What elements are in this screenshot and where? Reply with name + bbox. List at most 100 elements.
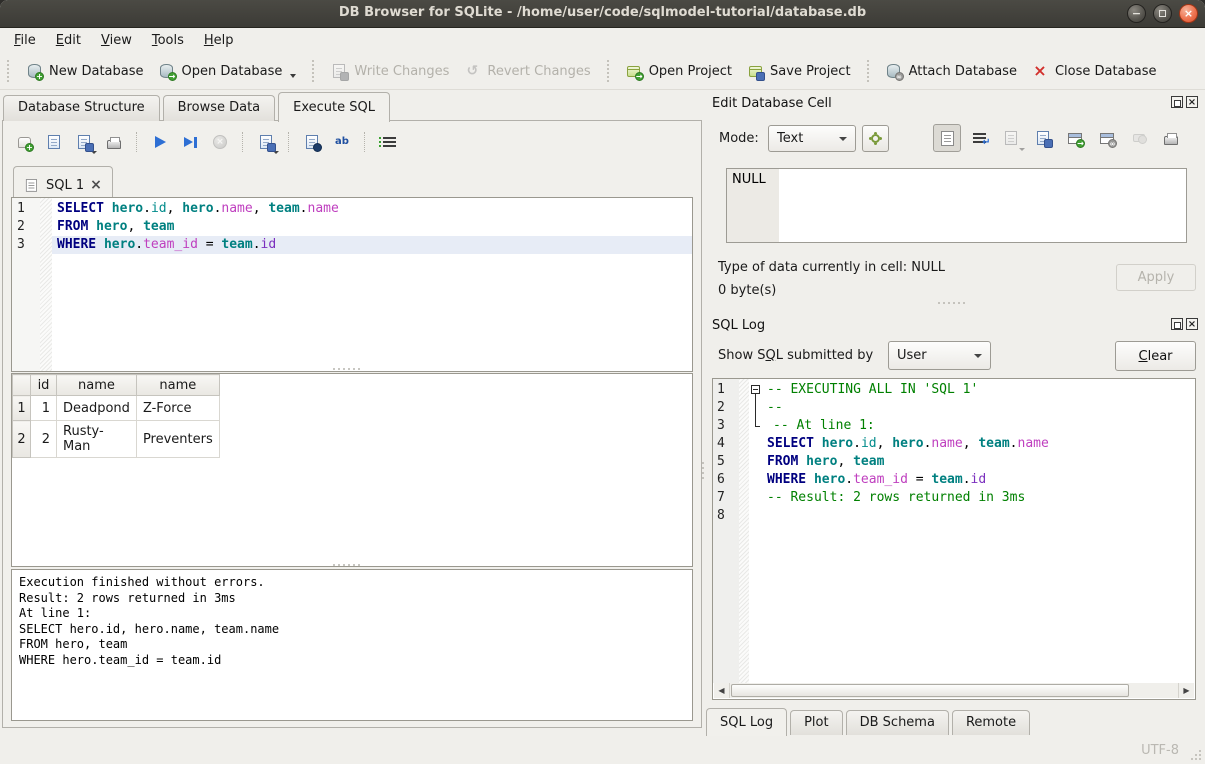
tab-plot[interactable]: Plot bbox=[790, 710, 843, 735]
column-header-name[interactable]: name bbox=[136, 375, 219, 396]
close-tab-icon[interactable]: × bbox=[90, 178, 102, 192]
log-line-3: 3-- At line 1: bbox=[713, 417, 1195, 435]
toolbar-button-label: Save Project bbox=[770, 64, 851, 79]
sql-log-view[interactable]: 1-- EXECUTING ALL IN 'SQL 1'2--3-- At li… bbox=[712, 378, 1196, 700]
scroll-right-icon[interactable]: ▶ bbox=[1178, 683, 1194, 698]
float-dock-icon[interactable] bbox=[1171, 318, 1183, 330]
execute-current-line-button[interactable] bbox=[177, 129, 203, 155]
title-bar[interactable]: DB Browser for SQLite - /home/user/code/… bbox=[0, 0, 1205, 28]
revert-changes-icon: ↺ bbox=[463, 62, 481, 80]
tab-sql-1[interactable]: SQL 1 × bbox=[13, 166, 113, 197]
tab-execute-sql[interactable]: Execute SQL bbox=[278, 92, 390, 122]
sql-editor[interactable]: 1SELECT hero.id, hero.name, team.name2FR… bbox=[11, 197, 693, 372]
maximize-icon[interactable] bbox=[1153, 4, 1172, 23]
float-dock-icon[interactable] bbox=[1171, 96, 1183, 108]
copy-as-url-button[interactable]: ∞ bbox=[1093, 124, 1121, 152]
collapse-icon[interactable] bbox=[751, 385, 760, 394]
log-line-2: 2-- bbox=[713, 399, 1195, 417]
sql-toolbar: +×ab bbox=[11, 128, 401, 156]
open-sql-file-button[interactable] bbox=[41, 129, 67, 155]
toolbar-button-label: Open Database bbox=[182, 64, 283, 79]
export-to-file-button[interactable] bbox=[1029, 124, 1057, 152]
show-sql-label: Show SQL submitted by bbox=[718, 348, 873, 363]
editor-line-text: SELECT hero.id, hero.name, team.name bbox=[52, 200, 692, 218]
attach-database-button[interactable]: ∞ Attach Database bbox=[878, 57, 1024, 85]
replace-text-button[interactable]: ab bbox=[329, 129, 355, 155]
table-cell[interactable]: Z-Force bbox=[136, 396, 219, 421]
close-dock-icon[interactable] bbox=[1186, 318, 1198, 330]
results-header-row: idnamename bbox=[13, 375, 220, 396]
log-line-text: WHERE hero.team_id = team.id bbox=[765, 471, 986, 489]
auto-apply-button[interactable] bbox=[862, 125, 889, 152]
tab-remote[interactable]: Remote bbox=[952, 710, 1030, 735]
revert-changes-button: ↺Revert Changes bbox=[456, 57, 597, 85]
open-database-button[interactable]: →Open Database bbox=[151, 57, 304, 85]
format-sql-button[interactable] bbox=[375, 129, 401, 155]
sql-source-select[interactable]: User bbox=[888, 341, 991, 370]
menu-item-edit[interactable]: Edit bbox=[46, 30, 91, 51]
log-line-text: -- At line 1: bbox=[765, 417, 875, 435]
cell-editor-toolbar: →∞ bbox=[933, 124, 1185, 152]
log-line-text: -- Result: 2 rows returned in 3ms bbox=[765, 489, 1025, 507]
tab-database-structure[interactable]: Database Structure bbox=[3, 95, 160, 121]
dock-edge-grip[interactable] bbox=[702, 462, 704, 479]
tab-browse-data[interactable]: Browse Data bbox=[163, 95, 276, 121]
apply-button[interactable]: Apply bbox=[1116, 264, 1196, 291]
save-project-button[interactable]: Save Project bbox=[739, 57, 858, 85]
save-results-button[interactable] bbox=[253, 129, 279, 155]
save-sql-file-button[interactable] bbox=[71, 129, 97, 155]
splitter-grip[interactable] bbox=[333, 368, 360, 370]
scrollbar-thumb[interactable] bbox=[731, 684, 1129, 697]
clear-button[interactable]: Clear bbox=[1115, 341, 1196, 371]
open-in-external-app-button[interactable]: → bbox=[1061, 124, 1089, 152]
attach-db-icon: ∞ bbox=[885, 62, 903, 80]
splitter-grip[interactable] bbox=[333, 564, 360, 566]
horizontal-scrollbar[interactable]: ◀ ▶ bbox=[714, 683, 1194, 698]
chevron-down-icon bbox=[839, 137, 847, 141]
print-sql-button[interactable] bbox=[101, 129, 127, 155]
column-header-name[interactable]: name bbox=[57, 375, 137, 396]
word-wrap-button[interactable] bbox=[965, 124, 993, 152]
close-database-button[interactable]: ×Close Database bbox=[1024, 57, 1164, 85]
toolbar-button-label: Attach Database bbox=[909, 64, 1017, 79]
print-cell-button[interactable] bbox=[1157, 124, 1185, 152]
bottom-tab-bar: SQL LogPlotDB SchemaRemote bbox=[706, 707, 1033, 735]
new-sql-tab-button[interactable]: + bbox=[11, 129, 37, 155]
scroll-left-icon[interactable]: ◀ bbox=[714, 683, 730, 698]
tab-sql-log[interactable]: SQL Log bbox=[706, 708, 787, 736]
results-corner-cell[interactable] bbox=[13, 375, 31, 396]
find-text-button[interactable] bbox=[299, 129, 325, 155]
minimize-icon[interactable]: − bbox=[1127, 4, 1146, 23]
close-icon[interactable]: × bbox=[1179, 4, 1198, 23]
row-number[interactable]: 2 bbox=[13, 421, 31, 458]
toolbar-separator bbox=[867, 60, 869, 82]
toolbar-grip[interactable] bbox=[7, 60, 12, 82]
fold-marker-start[interactable] bbox=[749, 381, 765, 399]
column-header-id[interactable]: id bbox=[31, 375, 57, 396]
table-cell[interactable]: Deadpond bbox=[57, 396, 137, 421]
close-dock-icon[interactable] bbox=[1186, 96, 1198, 108]
import-from-file-button bbox=[997, 124, 1025, 152]
mode-select[interactable]: Text bbox=[768, 125, 856, 152]
new-database-button[interactable]: +New Database bbox=[18, 57, 151, 85]
message-line: At line 1: bbox=[19, 606, 685, 622]
dock-splitter-grip[interactable] bbox=[938, 302, 965, 304]
tab-db-schema[interactable]: DB Schema bbox=[846, 710, 949, 735]
menu-item-file[interactable]: File bbox=[4, 30, 46, 51]
table-cell[interactable]: 1 bbox=[31, 396, 57, 421]
table-cell[interactable]: 2 bbox=[31, 421, 57, 458]
row-number[interactable]: 1 bbox=[13, 396, 31, 421]
table-cell[interactable]: Rusty-Man bbox=[57, 421, 137, 458]
menu-item-view[interactable]: View bbox=[91, 30, 142, 51]
find-icon bbox=[303, 133, 321, 151]
cell-value-editor[interactable]: NULL bbox=[726, 168, 1187, 243]
table-cell[interactable]: Preventers bbox=[136, 421, 219, 458]
menu-item-help[interactable]: Help bbox=[194, 30, 244, 51]
resize-grip[interactable] bbox=[1199, 758, 1201, 760]
line-number: 5 bbox=[713, 453, 739, 471]
menu-item-tools[interactable]: Tools bbox=[142, 30, 194, 51]
text-mode-button[interactable] bbox=[933, 124, 961, 152]
open-project-button[interactable]: →Open Project bbox=[618, 57, 739, 85]
write-changes-button: Write Changes bbox=[323, 57, 456, 85]
execute-all-button[interactable] bbox=[147, 129, 173, 155]
